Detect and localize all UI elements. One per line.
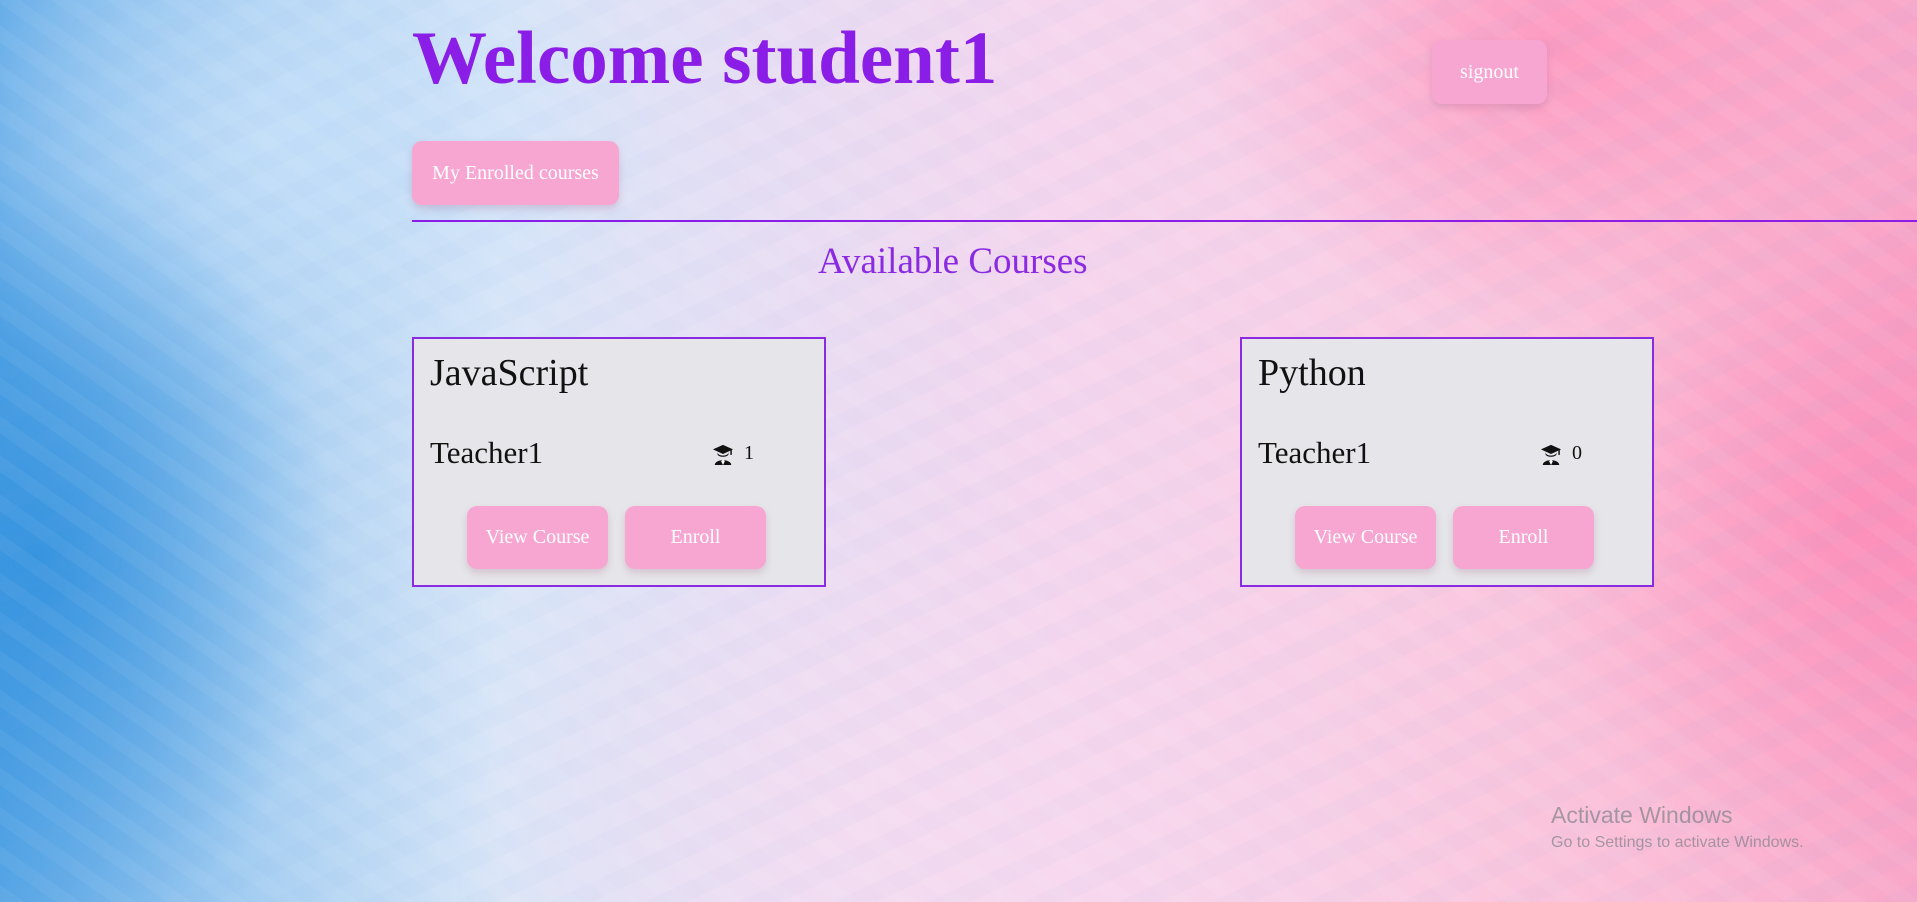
course-title: Python [1258,352,1366,394]
activate-windows-title: Activate Windows [1551,802,1733,828]
my-enrolled-courses-button[interactable]: My Enrolled courses [412,141,619,205]
student-count-value: 1 [744,442,754,464]
welcome-heading: Welcome student1 [412,17,998,100]
student-count: 0 [1540,442,1582,465]
view-course-button[interactable]: View Course [467,506,608,569]
activate-windows-subtitle: Go to Settings to activate Windows. [1551,833,1804,851]
graduate-icon [712,444,734,465]
course-card-python: Python Teacher1 0 View Course Enroll [1240,337,1654,587]
course-title: JavaScript [430,352,589,394]
course-teacher: Teacher1 [430,435,544,470]
course-card-javascript: JavaScript Teacher1 1 View Course Enroll [412,337,826,587]
course-teacher: Teacher1 [1258,435,1372,470]
student-count-value: 0 [1572,442,1582,464]
available-courses-title: Available Courses [818,241,1088,282]
header-divider [412,220,1917,222]
graduate-icon [1540,444,1562,465]
student-count: 1 [712,442,754,465]
signout-button[interactable]: signout [1432,40,1547,104]
enroll-button[interactable]: Enroll [625,506,766,569]
view-course-button[interactable]: View Course [1295,506,1436,569]
activate-windows-watermark: Activate Windows Go to Settings to activ… [1551,802,1804,852]
enroll-button[interactable]: Enroll [1453,506,1594,569]
